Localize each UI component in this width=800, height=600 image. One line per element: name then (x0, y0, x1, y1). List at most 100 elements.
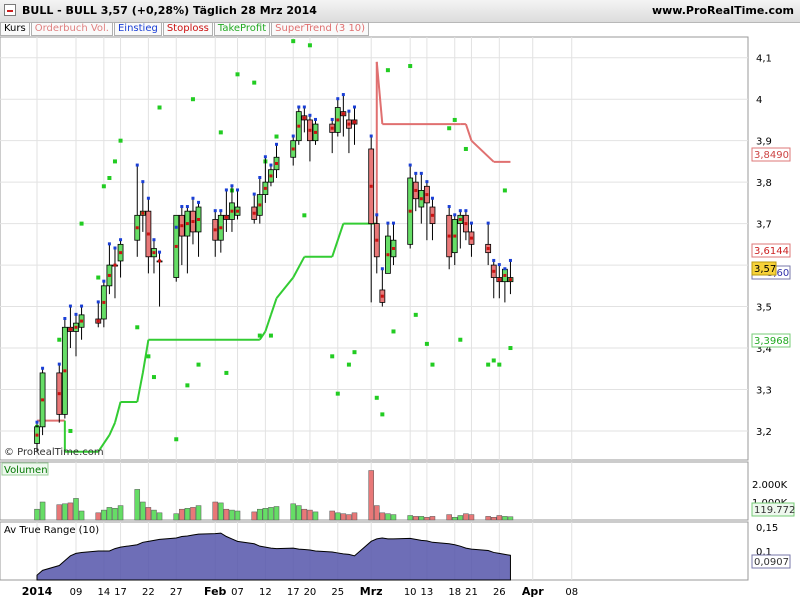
stoploss-marker (458, 217, 462, 221)
stoploss-marker (486, 247, 490, 250)
volume-bar (212, 501, 218, 521)
einstieg-marker (258, 176, 262, 179)
volume-bar (296, 505, 302, 521)
einstieg-marker (35, 420, 39, 424)
takeprofit-dot (430, 362, 435, 367)
takeprofit-dot (307, 43, 312, 48)
date-tick-label: 07 (231, 587, 244, 598)
takeprofit-dot (174, 437, 179, 442)
volume-bar (351, 512, 358, 521)
stoploss-marker (102, 300, 106, 304)
date-tick-label: 17 (114, 587, 127, 598)
volume-bar (151, 509, 157, 521)
date-tick-label: Apr (522, 585, 544, 598)
takeprofit-dot (252, 80, 257, 85)
volume-bar (446, 514, 452, 521)
volume-bar (112, 508, 118, 521)
stoploss-marker (347, 122, 351, 126)
atr-panel-label: Av True Range (10) (4, 525, 99, 536)
volume-bar (413, 516, 419, 521)
einstieg-marker (347, 109, 351, 113)
volume-bar (385, 513, 391, 521)
price-tick-label: 3,2 (756, 427, 772, 438)
svg-text:3,8490: 3,8490 (754, 150, 789, 161)
takeprofit-dot (413, 312, 418, 317)
svg-text:119.772: 119.772 (754, 505, 795, 516)
einstieg-marker (297, 105, 301, 109)
volume-bar (268, 507, 274, 521)
badge-price: 3,57 (751, 261, 777, 276)
einstieg-marker (275, 142, 279, 146)
stoploss-marker (174, 244, 178, 248)
einstieg-marker (213, 209, 217, 213)
volume-bar (273, 506, 280, 521)
volume-panel-label: Volumen (4, 465, 48, 476)
einstieg-marker (369, 134, 373, 138)
stoploss-marker (152, 251, 156, 255)
stoploss-marker (330, 126, 334, 130)
einstieg-marker (185, 205, 189, 209)
stoploss-marker (230, 209, 234, 213)
price-tick-label: 3,7 (756, 220, 772, 231)
volume-bar (485, 516, 491, 521)
date-tick-label: Mrz (360, 585, 383, 598)
takeprofit-dot (486, 362, 491, 367)
stoploss-marker (464, 222, 468, 226)
volume-bar (290, 503, 296, 521)
einstieg-marker (408, 163, 412, 167)
date-tick-label: 27 (170, 587, 183, 598)
date-tick-label: 10 (404, 587, 417, 598)
einstieg-marker (302, 105, 306, 109)
einstieg-marker (497, 263, 501, 267)
einstieg-marker (102, 279, 106, 283)
stoploss-marker (336, 118, 340, 122)
einstieg-marker (119, 238, 123, 242)
date-tick-label: 20 (304, 587, 317, 598)
volume-bar (67, 502, 74, 521)
stoploss-marker (35, 433, 39, 437)
stoploss-marker (258, 203, 262, 207)
volume-tick-label: 2.000K (752, 480, 788, 491)
takeprofit-dot (274, 134, 279, 139)
einstieg-marker (386, 221, 390, 225)
price-chart[interactable]: 4,143,93,83,73,63,53,43,33,2201409141722… (0, 0, 800, 600)
volume-bar (429, 516, 436, 521)
stoploss-marker (291, 147, 295, 151)
volume-bar (463, 513, 469, 521)
stoploss-marker (341, 112, 345, 116)
price-tick-label: 3,8 (756, 178, 772, 189)
takeprofit-dot (224, 370, 229, 375)
einstieg-marker (191, 196, 195, 200)
einstieg-marker (391, 221, 395, 225)
einstieg-marker (180, 205, 184, 209)
takeprofit-dot (380, 412, 385, 417)
takeprofit-dot (335, 391, 340, 396)
einstieg-marker (269, 163, 273, 167)
einstieg-marker (146, 196, 150, 200)
einstieg-marker (135, 163, 139, 167)
einstieg-marker (330, 117, 334, 121)
takeprofit-dot (385, 68, 390, 73)
takeprofit-dot (408, 64, 413, 69)
takeprofit-dot (374, 395, 379, 400)
stoploss-marker (80, 319, 84, 323)
volume-bar (418, 516, 425, 521)
takeprofit-dot (185, 383, 190, 388)
takeprofit-dot (508, 346, 513, 351)
stoploss-marker (425, 193, 429, 197)
stoploss-marker (447, 234, 451, 238)
einstieg-marker (492, 258, 496, 262)
einstieg-marker (41, 366, 45, 370)
stoploss-marker (213, 228, 217, 232)
stoploss-marker (219, 226, 223, 230)
stoploss-marker (408, 209, 412, 213)
takeprofit-dot (502, 188, 507, 193)
takeprofit-dot (463, 146, 468, 151)
atr-tick-label: 0,15 (756, 523, 778, 534)
stoploss-marker (497, 278, 501, 282)
volume-bar (179, 508, 185, 521)
einstieg-marker (80, 304, 84, 308)
volume-bar (346, 514, 352, 521)
einstieg-marker (375, 213, 379, 217)
stoploss-marker (269, 174, 273, 178)
